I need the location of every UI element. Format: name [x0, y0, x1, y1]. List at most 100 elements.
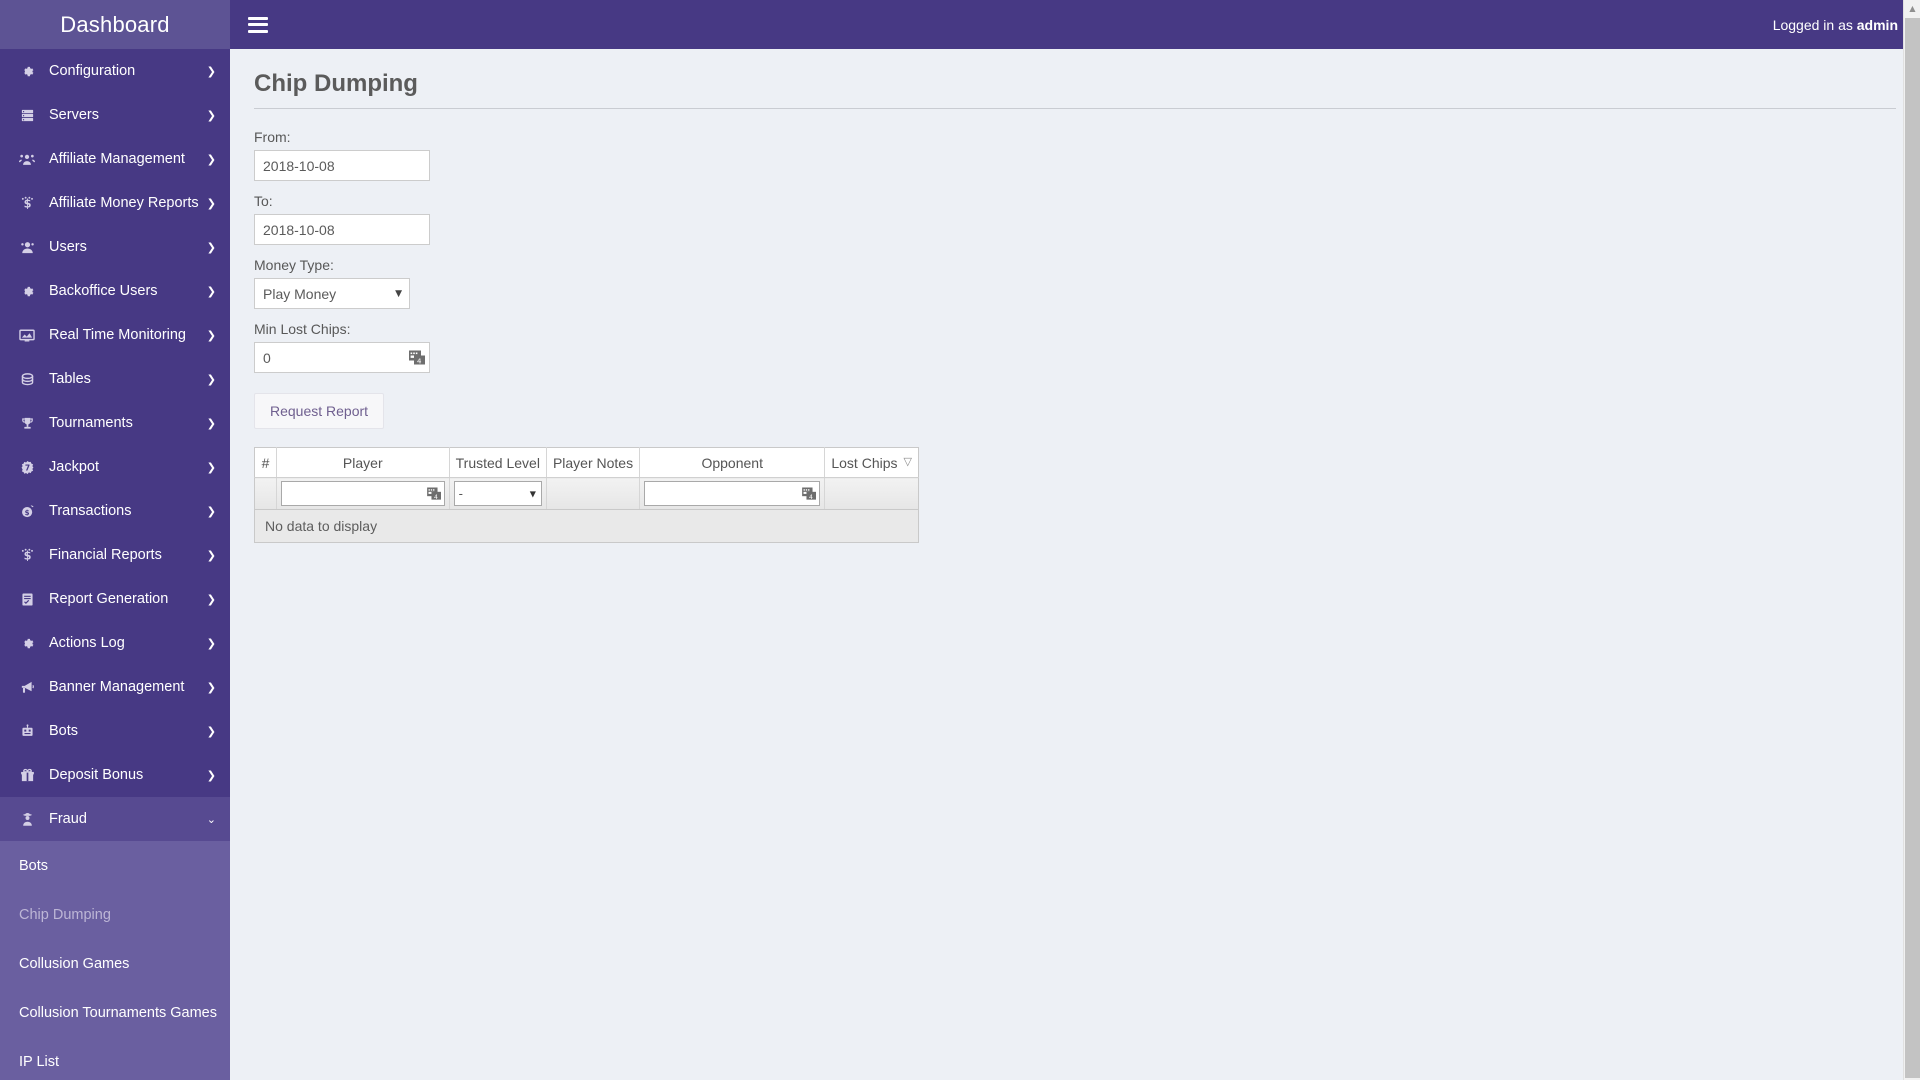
sidebar-item-label: Configuration: [49, 63, 136, 79]
sidebar-item-banner-management[interactable]: Banner Management ❯: [0, 665, 230, 709]
hamburger-icon[interactable]: [248, 16, 268, 33]
grid-header-row: # Player Trusted Level Player Notes Oppo…: [254, 447, 919, 478]
numpad-icon[interactable]: 4: [409, 350, 426, 365]
main-area: Logged in as admin Chip Dumping From: To…: [230, 0, 1920, 1080]
gear-icon: [16, 284, 38, 299]
numpad-icon[interactable]: 4: [802, 487, 817, 500]
logged-in-prefix: Logged in as: [1772, 16, 1857, 33]
col-header-num-label: #: [261, 454, 270, 471]
sidebar-item-label: Bots: [49, 723, 79, 739]
sidebar-item-affiliate-money-reports[interactable]: $ Affiliate Money Reports ❯: [0, 181, 230, 225]
col-header-player[interactable]: Player: [276, 447, 450, 478]
sort-descending-icon[interactable]: ▽: [904, 455, 912, 468]
trophy-icon: [16, 416, 38, 431]
chevron-right-icon: ❯: [206, 64, 216, 78]
sidebar-item-label: Transactions: [49, 503, 132, 519]
sidebar-item-bots[interactable]: Bots ❯: [0, 709, 230, 753]
page-content: Chip Dumping From: To: Money Type: Play …: [230, 49, 1920, 543]
from-label: From:: [254, 129, 291, 145]
sidebar-item-tournaments[interactable]: Tournaments ❯: [0, 401, 230, 445]
sidebar-item-backoffice-users[interactable]: Backoffice Users ❯: [0, 269, 230, 313]
grid-body: 4 - ▼ 4 No data to display: [254, 477, 919, 543]
chevron-right-icon: ❯: [206, 592, 216, 606]
svg-text:$: $: [23, 197, 31, 210]
sidebar-item-label: Financial Reports: [49, 547, 162, 563]
chevron-right-icon: ❯: [206, 768, 216, 782]
submenu-item-ip-list[interactable]: IP List: [0, 1037, 230, 1080]
request-report-button[interactable]: Request Report: [254, 393, 385, 429]
chevron-right-icon: ❯: [206, 680, 216, 694]
chevron-right-icon: ❯: [206, 240, 216, 254]
user-icon: [16, 240, 38, 255]
filter-cell-trusted-level: - ▼: [449, 477, 547, 510]
robot-icon: [16, 723, 38, 739]
submenu-item-collusion-tournaments-games[interactable]: Collusion Tournaments Games: [0, 988, 230, 1037]
to-date-input[interactable]: [254, 214, 430, 245]
sidebar-item-label: Affiliate Management: [49, 151, 185, 167]
page-scrollbar[interactable]: ▲: [1903, 0, 1920, 1080]
sidebar-item-label: Servers: [49, 107, 99, 123]
gear-icon: [16, 636, 38, 651]
sidebar-item-label: Actions Log: [49, 635, 125, 651]
megaphone-icon: [16, 680, 38, 695]
chevron-right-icon: ❯: [206, 636, 216, 650]
sidebar-item-servers[interactable]: Servers ❯: [0, 93, 230, 137]
sidebar-item-configuration[interactable]: Configuration ❯: [0, 49, 230, 93]
sidebar-item-label: Report Generation: [49, 591, 169, 607]
col-header-lost-chips-label: Lost Chips: [831, 454, 898, 471]
col-header-num[interactable]: #: [254, 447, 277, 478]
stack-icon: [16, 372, 38, 387]
svg-text:4: 4: [434, 493, 438, 500]
col-header-opponent[interactable]: Opponent: [639, 447, 826, 478]
submenu-item-bots[interactable]: Bots: [0, 841, 230, 890]
sidebar-item-fraud[interactable]: Fraud ⌄: [0, 797, 230, 841]
sidebar-item-affiliate-management[interactable]: Affiliate Management ❯: [0, 137, 230, 181]
to-label: To:: [254, 193, 273, 209]
min-lost-chips-input[interactable]: [254, 342, 430, 373]
gift-icon: [16, 768, 38, 783]
svg-text:4: 4: [417, 357, 422, 365]
scroll-up-icon[interactable]: ▲: [1904, 0, 1920, 17]
money-type-select[interactable]: Play Money: [254, 278, 410, 309]
sidebar-item-deposit-bonus[interactable]: Deposit Bonus ❯: [0, 753, 230, 797]
sidebar-item-actions-log[interactable]: Actions Log ❯: [0, 621, 230, 665]
player-filter-input[interactable]: [280, 481, 445, 506]
trusted-level-filter-select[interactable]: -: [453, 481, 542, 506]
from-date-input[interactable]: [254, 150, 430, 181]
sidebar-item-label: Banner Management: [49, 679, 185, 695]
results-grid: # Player Trusted Level Player Notes Oppo…: [254, 447, 919, 543]
sidebar-item-tables[interactable]: Tables ❯: [0, 357, 230, 401]
col-header-trusted-level[interactable]: Trusted Level: [449, 447, 547, 478]
grid-head: # Player Trusted Level Player Notes Oppo…: [254, 447, 919, 478]
sidebar-item-label: Jackpot: [49, 459, 99, 475]
svg-text:$: $: [23, 549, 31, 562]
chevron-right-icon: ❯: [206, 504, 216, 518]
svg-text:4: 4: [809, 493, 813, 500]
sidebar-item-jackpot[interactable]: 7 Jackpot ❯: [0, 445, 230, 489]
sidebar-item-real-time-monitoring[interactable]: Real Time Monitoring ❯: [0, 313, 230, 357]
sidebar-item-users[interactable]: Users ❯: [0, 225, 230, 269]
col-header-lost-chips[interactable]: Lost Chips ▽: [824, 447, 919, 478]
numpad-icon[interactable]: 4: [426, 487, 442, 500]
chevron-right-icon: ❯: [206, 196, 216, 210]
page-title: Chip Dumping: [254, 70, 418, 97]
filter-cell-player: 4: [276, 477, 450, 510]
monitor-icon: [16, 328, 38, 343]
grid-filter-row: 4 - ▼ 4: [254, 477, 919, 510]
col-header-player-notes[interactable]: Player Notes: [546, 447, 641, 478]
opponent-filter-input[interactable]: [644, 481, 821, 506]
submenu-item-collusion-games[interactable]: Collusion Games: [0, 939, 230, 988]
sidebar-item-label: Tournaments: [49, 415, 133, 431]
chevron-right-icon: ❯: [206, 416, 216, 430]
col-header-player-label: Player: [342, 454, 383, 471]
sidebar-item-financial-reports[interactable]: $ Financial Reports ❯: [0, 533, 230, 577]
chevron-down-icon: ⌄: [206, 812, 216, 826]
submenu-item-chip-dumping[interactable]: Chip Dumping: [0, 890, 230, 939]
filter-cell-lost-chips: [824, 477, 919, 510]
money-type-field-block: Money Type: Play Money ▼: [254, 257, 1896, 309]
sidebar-item-transactions[interactable]: $ Transactions ❯: [0, 489, 230, 533]
player-filter-wrap: 4: [280, 481, 445, 506]
sidebar-item-report-generation[interactable]: Report Generation ❯: [0, 577, 230, 621]
scrollbar-thumb[interactable]: [1905, 18, 1920, 1078]
svg-text:7: 7: [24, 463, 29, 472]
